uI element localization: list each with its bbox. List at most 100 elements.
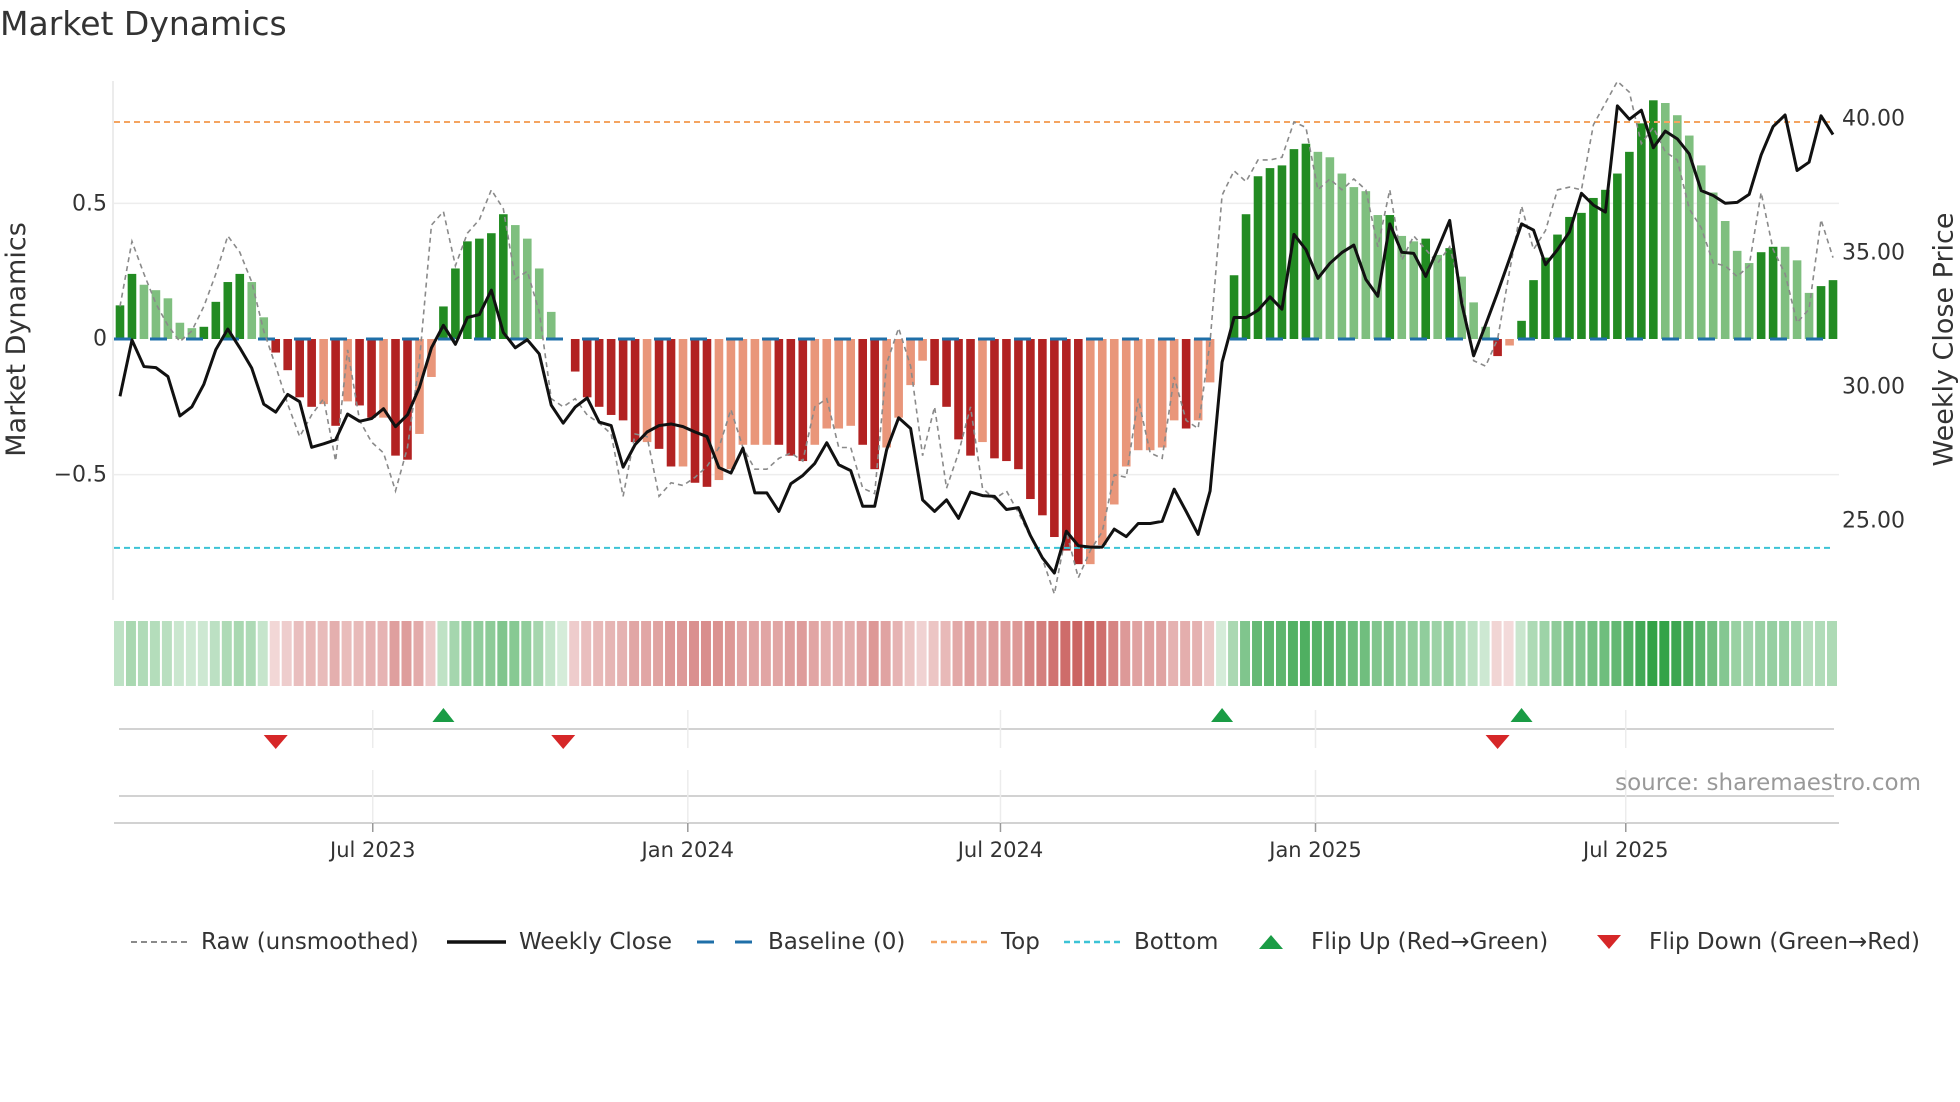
legend-item-bottom[interactable]: Bottom — [1064, 925, 1218, 959]
triangle-down-icon — [1597, 935, 1621, 949]
heatmap-cell — [365, 621, 376, 686]
heatmap-cell — [281, 621, 292, 686]
heatmap-cell — [437, 621, 448, 686]
heatmap-cell — [1695, 621, 1706, 686]
heatmap-cell — [1431, 621, 1442, 686]
md-bar — [391, 339, 400, 456]
heatmap-cell — [545, 621, 556, 686]
legend-label: Bottom — [1134, 929, 1219, 955]
heatmap-cell — [1587, 621, 1598, 686]
md-bar — [858, 339, 867, 445]
md-bar — [1014, 339, 1023, 470]
top-line-swatch — [931, 940, 988, 944]
heatmap-cell — [401, 621, 412, 686]
heatmap-cell — [581, 621, 592, 686]
heatmap-cell — [1096, 621, 1107, 686]
md-bar — [127, 273, 137, 339]
x-tick-label: Jul 2023 — [330, 838, 416, 862]
md-bar — [1121, 339, 1131, 467]
x-tick-label: Jul 2025 — [1583, 838, 1669, 862]
heatmap-cell — [485, 621, 496, 686]
heatmap-cell — [1192, 621, 1203, 686]
heatmap-cell — [784, 621, 795, 686]
heatmap-cell — [1659, 621, 1670, 686]
heatmap-cell — [964, 621, 975, 686]
heatmap-cell — [1575, 621, 1586, 686]
legend-label: Flip Down (Green→Red) — [1649, 929, 1920, 955]
legend-item-close[interactable]: Weekly Close — [447, 925, 672, 959]
legend-label: Flip Up (Red→Green) — [1311, 929, 1549, 955]
heatmap-cell — [1815, 621, 1826, 686]
md-bar — [654, 339, 664, 449]
heatmap-cell — [1012, 621, 1023, 686]
heatmap-cell — [904, 621, 915, 686]
heatmap-cell — [605, 621, 616, 686]
heatmap-cell — [1467, 621, 1478, 686]
md-bar — [1469, 302, 1478, 339]
flip-up-marker — [1211, 708, 1234, 722]
md-bar — [1133, 339, 1143, 451]
legend-item-flip-up[interactable]: Flip Up (Red→Green) — [1258, 925, 1548, 959]
legend-label: Top — [1001, 929, 1040, 955]
left-tick-label: −0.5 — [53, 462, 107, 488]
left-tick-label: 0 — [93, 326, 107, 352]
md-bar — [1433, 254, 1442, 339]
md-bar — [271, 339, 281, 353]
flip-down-marker — [263, 735, 288, 749]
legend-label: Baseline (0) — [768, 929, 906, 955]
heatmap-cell — [1503, 621, 1514, 686]
md-bar — [522, 238, 532, 339]
md-bar — [1086, 339, 1095, 565]
legend-item-raw[interactable]: Raw (unsmoothed) — [131, 925, 419, 959]
heatmap-cell — [197, 621, 208, 686]
bottom-line-swatch — [1064, 940, 1121, 944]
heatmap-cell — [1551, 621, 1562, 686]
heatmap-cell — [712, 621, 723, 686]
legend-label: Raw (unsmoothed) — [201, 929, 419, 955]
heatmap-cell — [1479, 621, 1490, 686]
heatmap-cell — [1671, 621, 1682, 686]
legend-item-top[interactable]: Top — [931, 925, 1040, 959]
heatmap-cell — [114, 621, 124, 686]
heatmap-cell — [796, 621, 807, 686]
md-bar — [690, 339, 700, 483]
heatmap-cell — [1371, 621, 1382, 686]
heatmap-cell — [1407, 621, 1418, 686]
md-bar — [115, 305, 125, 339]
heatmap-cell — [1228, 621, 1239, 686]
heatmap-cell — [521, 621, 532, 686]
heatmap-cell — [233, 621, 244, 686]
heatmap-cell — [293, 621, 304, 686]
md-bar — [247, 282, 257, 339]
heatmap-cell — [760, 621, 771, 686]
heatmap-cell — [1048, 621, 1059, 686]
legend-item-baseline[interactable]: Baseline (0) — [697, 925, 905, 959]
legend: Raw (unsmoothed) Weekly Close Baseline (… — [0, 925, 1960, 959]
heatmap-cell — [593, 621, 604, 686]
md-bar — [954, 339, 963, 440]
heatmap-cell — [245, 621, 256, 686]
md-bar — [1828, 280, 1838, 339]
heatmap-cell — [1287, 621, 1298, 686]
heatmap-cell — [820, 621, 831, 686]
md-bar — [403, 339, 412, 460]
heatmap-cell — [137, 621, 148, 686]
heatmap-cell — [329, 621, 340, 686]
heatmap-cell — [1275, 621, 1286, 686]
md-bar — [594, 339, 604, 407]
legend-item-flip-down[interactable]: Flip Down (Green→Red) — [1596, 925, 1920, 959]
heatmap-cell — [1036, 621, 1047, 686]
right-tick-label: 40.00 — [1842, 106, 1905, 132]
heatmap-cell — [868, 621, 879, 686]
md-bar — [1744, 263, 1754, 339]
md-bar — [319, 339, 328, 405]
md-bar — [942, 339, 951, 407]
md-bar — [1325, 157, 1335, 339]
md-bar — [822, 339, 832, 429]
heatmap-cell — [1311, 621, 1322, 686]
md-bar — [762, 339, 772, 445]
md-bar — [786, 339, 796, 456]
chart-title: Market Dynamics — [0, 4, 287, 43]
heatmap-cell — [772, 621, 783, 686]
md-bar — [618, 339, 628, 421]
